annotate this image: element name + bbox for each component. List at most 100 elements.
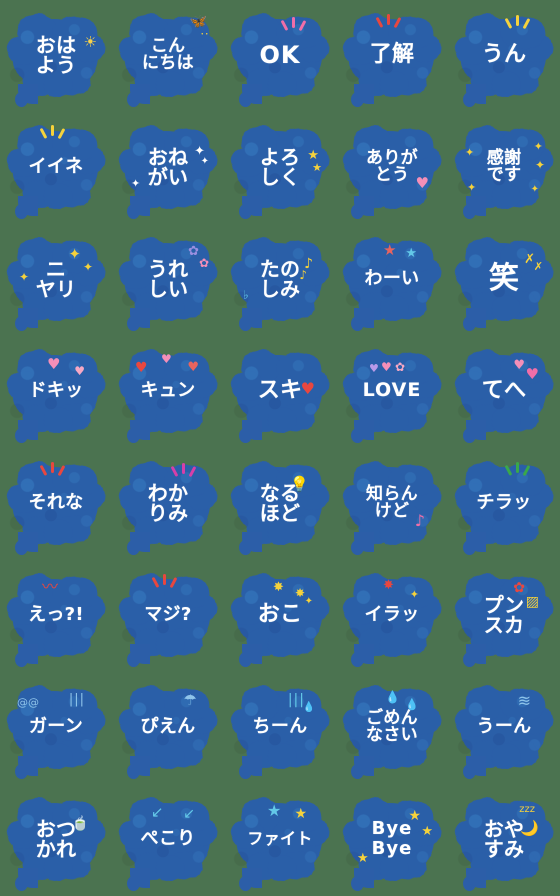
speech-bubble[interactable]: おね がい ✦ ✦ ✦: [117, 121, 219, 220]
speech-bubble[interactable]: えっ?! 〰: [5, 569, 107, 668]
sticker-cell[interactable]: ごめん なさい 💧 💧: [336, 672, 448, 784]
sticker-text: ぺこり: [140, 827, 196, 849]
sticker-text: 感謝 です: [486, 147, 522, 185]
sticker-cell[interactable]: おや すみ 🌙 zzz: [448, 784, 560, 896]
speech-bubble[interactable]: たの しみ ♪ ♪ ♭: [229, 233, 331, 332]
speech-bubble[interactable]: 笑 ✗ ✗: [453, 233, 555, 332]
bubble-lobe: [43, 743, 73, 769]
sticker-cell[interactable]: ありが とう ♥: [336, 112, 448, 224]
sticker-cell[interactable]: LOVE ♥ ♥ ✿: [336, 336, 448, 448]
speech-bubble[interactable]: てへ ♥ ♥: [453, 345, 555, 444]
speech-bubble[interactable]: プン スカ ✿ ▨: [453, 569, 555, 668]
sticker-cell[interactable]: おね がい ✦ ✦ ✦: [112, 112, 224, 224]
speech-bubble[interactable]: イラッ ✸ ✦: [341, 569, 443, 668]
sticker-text: たの しみ: [259, 256, 301, 301]
speech-bubble[interactable]: ニ ヤリ ✦ ✦ ✦: [5, 233, 107, 332]
sticker-cell[interactable]: マジ?: [112, 560, 224, 672]
sticker-text: プン スカ: [483, 592, 525, 637]
bubble-lobe: [379, 295, 409, 321]
bubble-lobe: [155, 71, 185, 97]
sticker-cell[interactable]: てへ ♥ ♥: [448, 336, 560, 448]
sticker-cell[interactable]: おつ かれ 🍵: [0, 784, 112, 896]
sticker-cell[interactable]: おは よう ☀: [0, 0, 112, 112]
speech-bubble[interactable]: ぴえん ☂: [117, 681, 219, 780]
sticker-cell[interactable]: ファイト ★ ★: [224, 784, 336, 896]
sticker-cell[interactable]: ガーン ||| @@: [0, 672, 112, 784]
sticker-cell[interactable]: ニ ヤリ ✦ ✦ ✦: [0, 224, 112, 336]
bubble-tail-tip: [126, 875, 141, 892]
sticker-text: それな: [28, 491, 84, 513]
bubble-tail-tip: [462, 427, 477, 444]
sticker-cell[interactable]: うれ しい ✿ ✿: [112, 224, 224, 336]
speech-bubble[interactable]: おつ かれ 🍵: [5, 793, 107, 892]
speech-bubble[interactable]: それな: [5, 457, 107, 556]
sticker-cell[interactable]: わーい ★ ★: [336, 224, 448, 336]
bubble-lobe: [43, 519, 73, 545]
sticker-text: えっ?!: [28, 603, 84, 625]
sticker-cell[interactable]: 知らん けど ♪: [336, 448, 448, 560]
speech-bubble[interactable]: わか りみ: [117, 457, 219, 556]
sticker-cell[interactable]: こん にちは 🦋 ･･: [112, 0, 224, 112]
sticker-cell[interactable]: チラッ: [448, 448, 560, 560]
speech-bubble[interactable]: ごめん なさい 💧 💧: [341, 681, 443, 780]
sticker-cell[interactable]: 笑 ✗ ✗: [448, 224, 560, 336]
speech-bubble[interactable]: チラッ: [453, 457, 555, 556]
sticker-cell[interactable]: 了解: [336, 0, 448, 112]
sticker-text: 笑: [488, 260, 520, 296]
speech-bubble[interactable]: マジ?: [117, 569, 219, 668]
sticker-cell[interactable]: スキ ♥: [224, 336, 336, 448]
speech-bubble[interactable]: 了解: [341, 9, 443, 108]
speech-bubble[interactable]: うん: [453, 9, 555, 108]
sticker-cell[interactable]: うん: [448, 0, 560, 112]
sticker-cell[interactable]: Bye Bye ★ ★ ★: [336, 784, 448, 896]
speech-bubble[interactable]: うれ しい ✿ ✿: [117, 233, 219, 332]
sticker-cell[interactable]: わか りみ: [112, 448, 224, 560]
speech-bubble[interactable]: おは よう ☀: [5, 9, 107, 108]
sticker-cell[interactable]: ぴえん ☂: [112, 672, 224, 784]
sticker-cell[interactable]: えっ?! 〰: [0, 560, 112, 672]
speech-bubble[interactable]: キュン ♥ ♥ ♥: [117, 345, 219, 444]
bubble-lobe: [267, 71, 297, 97]
speech-bubble[interactable]: なる ほど 💡: [229, 457, 331, 556]
speech-bubble[interactable]: ちーん ||| 💧: [229, 681, 331, 780]
sticker-cell[interactable]: 感謝 です ✦ ✦ ✦ ✦ ✦: [448, 112, 560, 224]
sticker-cell[interactable]: キュン ♥ ♥ ♥: [112, 336, 224, 448]
sticker-cell[interactable]: それな: [0, 448, 112, 560]
sticker-cell[interactable]: ドキッ ♥ ♥: [0, 336, 112, 448]
bubble-lobe: [155, 631, 185, 657]
speech-bubble[interactable]: LOVE ♥ ♥ ✿: [341, 345, 443, 444]
sticker-cell[interactable]: おこ ✸ ✸ ✦: [224, 560, 336, 672]
sticker-text: ニ ヤリ: [35, 256, 77, 301]
bubble-tail-tip: [14, 651, 29, 668]
speech-bubble[interactable]: イイネ: [5, 121, 107, 220]
bubble-tail-tip: [14, 875, 29, 892]
speech-bubble[interactable]: Bye Bye ★ ★ ★: [341, 793, 443, 892]
sticker-text: こん にちは: [142, 35, 194, 73]
sticker-cell[interactable]: イラッ ✸ ✦: [336, 560, 448, 672]
speech-bubble[interactable]: 知らん けど ♪: [341, 457, 443, 556]
sticker-cell[interactable]: なる ほど 💡: [224, 448, 336, 560]
speech-bubble[interactable]: わーい ★ ★: [341, 233, 443, 332]
speech-bubble[interactable]: こん にちは 🦋 ･･: [117, 9, 219, 108]
speech-bubble[interactable]: うーん ≋: [453, 681, 555, 780]
speech-bubble[interactable]: ファイト ★ ★: [229, 793, 331, 892]
sticker-cell[interactable]: ぺこり ↙ ↙: [112, 784, 224, 896]
speech-bubble[interactable]: よろ しく ★ ★: [229, 121, 331, 220]
speech-bubble[interactable]: ガーン ||| @@: [5, 681, 107, 780]
sticker-cell[interactable]: よろ しく ★ ★: [224, 112, 336, 224]
bubble-tail-tip: [462, 91, 477, 108]
sticker-cell[interactable]: OK: [224, 0, 336, 112]
speech-bubble[interactable]: おこ ✸ ✸ ✦: [229, 569, 331, 668]
speech-bubble[interactable]: 感謝 です ✦ ✦ ✦ ✦ ✦: [453, 121, 555, 220]
sticker-cell[interactable]: イイネ: [0, 112, 112, 224]
sticker-cell[interactable]: うーん ≋: [448, 672, 560, 784]
speech-bubble[interactable]: ドキッ ♥ ♥: [5, 345, 107, 444]
speech-bubble[interactable]: ぺこり ↙ ↙: [117, 793, 219, 892]
sticker-cell[interactable]: プン スカ ✿ ▨: [448, 560, 560, 672]
sticker-cell[interactable]: たの しみ ♪ ♪ ♭: [224, 224, 336, 336]
speech-bubble[interactable]: ありが とう ♥: [341, 121, 443, 220]
speech-bubble[interactable]: おや すみ 🌙 zzz: [453, 793, 555, 892]
sticker-cell[interactable]: ちーん ||| 💧: [224, 672, 336, 784]
speech-bubble[interactable]: OK: [229, 9, 331, 108]
speech-bubble[interactable]: スキ ♥: [229, 345, 331, 444]
